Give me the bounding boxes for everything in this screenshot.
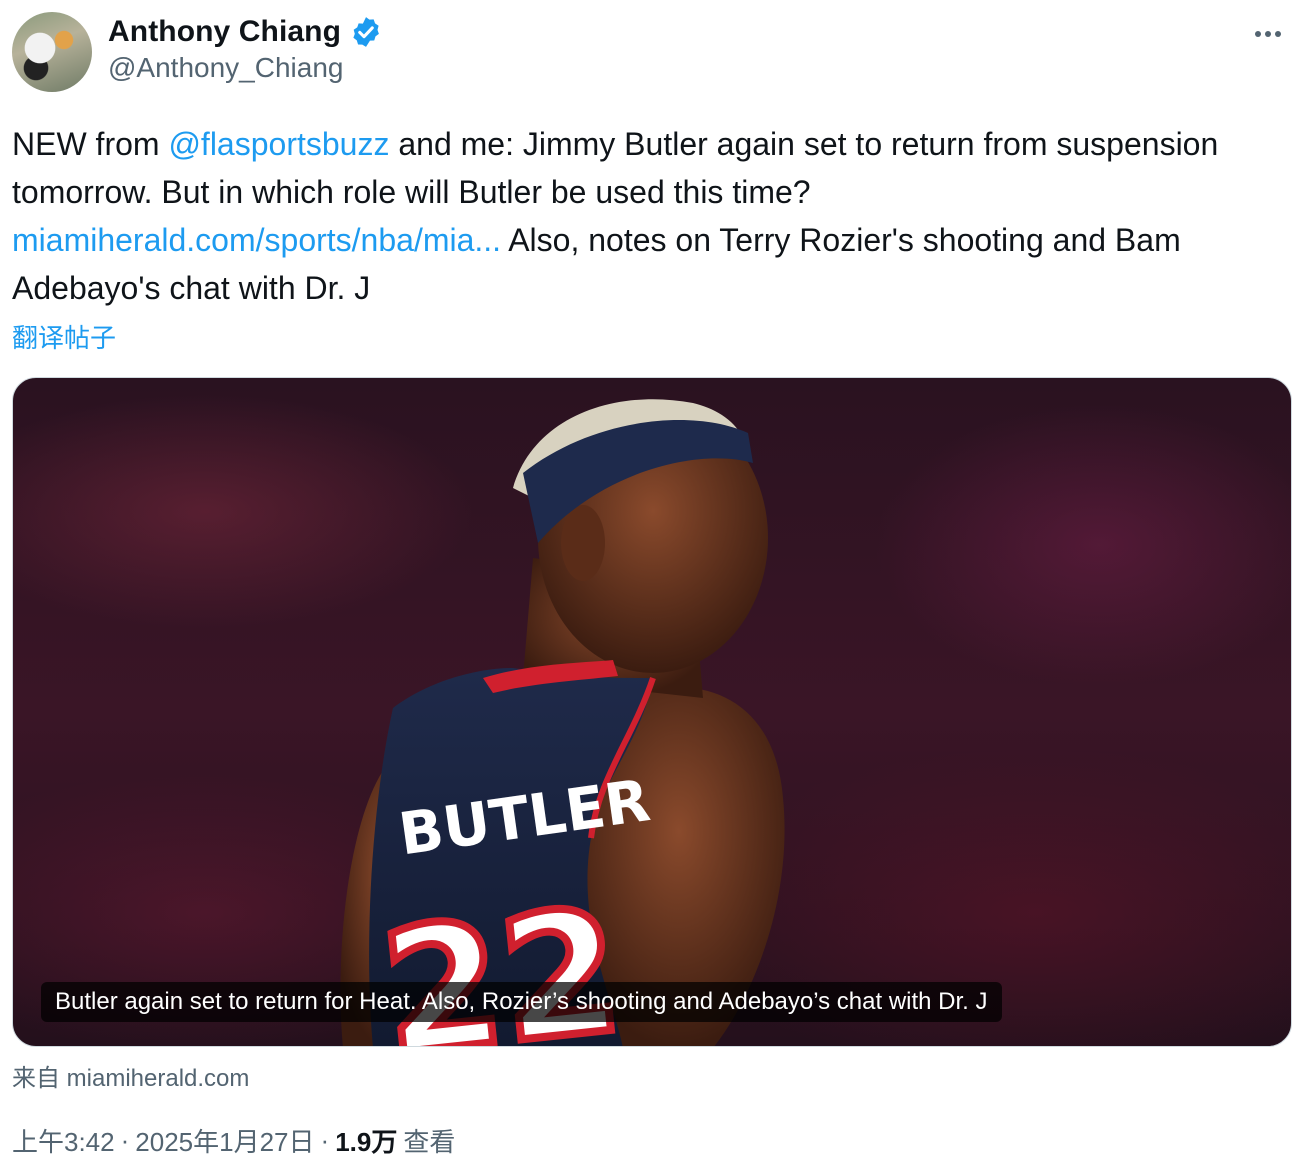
meta-separator: ·	[120, 1125, 130, 1155]
card-source[interactable]: 来自 miamiherald.com	[12, 1058, 249, 1093]
article-link[interactable]: miamiherald.com/sports/nba/mia...	[12, 222, 501, 258]
tweet-date[interactable]: 2025年1月27日	[135, 1122, 314, 1159]
tweet-text-part: NEW from	[12, 126, 169, 162]
card-caption: Butler again set to return for Heat. Als…	[41, 982, 1002, 1022]
tweet-card: Anthony Chiang @Anthony_Chiang NEW from …	[0, 0, 1308, 1176]
verified-badge-icon[interactable]	[349, 15, 383, 49]
author-display-name[interactable]: Anthony Chiang	[108, 15, 341, 49]
views-count: 1.9万	[335, 1127, 398, 1157]
more-options-icon[interactable]	[1248, 22, 1288, 46]
mention-link[interactable]: @flasportsbuzz	[168, 126, 389, 162]
avatar[interactable]	[12, 12, 92, 92]
author-handle[interactable]: @Anthony_Chiang	[108, 52, 383, 84]
author-names: Anthony Chiang @Anthony_Chiang	[108, 14, 383, 84]
tweet-text: NEW from @flasportsbuzz and me: Jimmy Bu…	[12, 120, 1272, 312]
tweet-header: Anthony Chiang @Anthony_Chiang	[12, 12, 1296, 92]
tweet-time[interactable]: 上午3:42	[12, 1122, 115, 1159]
translate-post-link[interactable]: 翻译帖子	[12, 318, 116, 355]
tweet-meta: 上午3:42 · 2025年1月27日 · 1.9万 查看	[12, 1122, 455, 1159]
display-name-row: Anthony Chiang	[108, 14, 383, 50]
player-photo: BUTLER 22	[340, 399, 785, 1046]
meta-separator: ·	[320, 1125, 330, 1155]
link-preview-card[interactable]: BUTLER 22 Butler again set to return for…	[12, 377, 1292, 1047]
views-label: 查看	[403, 1127, 456, 1157]
